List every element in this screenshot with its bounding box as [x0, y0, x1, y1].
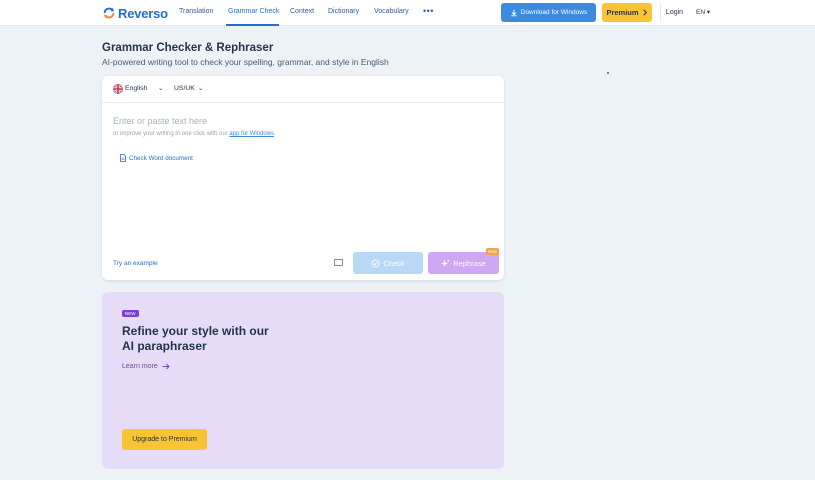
- improve-text: or improve your writing in one click wit…: [113, 131, 228, 137]
- upgrade-to-premium-button[interactable]: Upgrade to Premium: [122, 429, 207, 450]
- document-icon: [120, 154, 126, 162]
- rephrase-button[interactable]: Rephrase: [428, 252, 499, 274]
- nav-context[interactable]: Context: [290, 8, 314, 15]
- upgrade-label: Upgrade to Premium: [132, 436, 197, 443]
- nav-dictionary[interactable]: Dictionary: [328, 8, 359, 15]
- page-subtitle: AI-powered writing tool to check your sp…: [102, 57, 389, 67]
- rephrase-label: Rephrase: [453, 258, 486, 268]
- reverso-logo[interactable]: Reverso: [102, 5, 168, 21]
- paraphraser-promo-card: NEW Refine your style with our AI paraph…: [102, 292, 504, 469]
- nav-grammar-check[interactable]: Grammar Check: [228, 8, 279, 15]
- language-selector[interactable]: EN ▾: [696, 8, 710, 16]
- check-circle-icon: [371, 258, 380, 268]
- login-label: Login: [665, 9, 684, 16]
- premium-button[interactable]: Premium: [602, 3, 652, 22]
- text-input-placeholder[interactable]: Enter or paste text here: [113, 116, 207, 126]
- nav-vocabulary[interactable]: Vocabulary: [374, 8, 409, 15]
- improve-hint: or improve your writing in one click wit…: [113, 131, 274, 137]
- chevron-right-icon: [642, 9, 647, 16]
- caret-down-icon: ▾: [706, 9, 711, 16]
- nav-translation[interactable]: Translation: [179, 8, 213, 15]
- page-title: Grammar Checker & Rephraser: [102, 42, 274, 54]
- variant-label[interactable]: US/UK: [174, 85, 195, 92]
- decorative-dot: [607, 72, 609, 74]
- promo-title-line-1: Refine your style with our: [122, 324, 269, 338]
- editor-toolbar: English ⌄ US/UK ⌄: [102, 76, 504, 103]
- check-button[interactable]: Check: [353, 252, 423, 274]
- sparkle-icon: [441, 258, 450, 267]
- promo-title: Refine your style with our AI paraphrase…: [122, 324, 342, 354]
- premium-label: Premium: [606, 8, 639, 17]
- download-for-windows-button[interactable]: Download for Windows: [501, 3, 596, 22]
- uk-flag-icon: [113, 84, 123, 94]
- try-an-example-link[interactable]: Try an example: [113, 260, 158, 267]
- language-label[interactable]: English: [125, 85, 147, 92]
- check-word-document-button[interactable]: Check Word document: [115, 151, 198, 165]
- learn-more-label: Learn more: [122, 363, 158, 370]
- promo-new-badge: NEW: [122, 310, 139, 317]
- check-label: Check: [383, 258, 405, 268]
- download-icon: [510, 9, 517, 16]
- active-tab-indicator: [226, 24, 279, 26]
- download-label: Download for Windows: [520, 9, 588, 16]
- variant-dropdown-chevron-icon[interactable]: ⌄: [198, 84, 203, 92]
- learn-more-link[interactable]: Learn more: [122, 363, 170, 370]
- editor-card: English ⌄ US/UK ⌄ Enter or paste text he…: [102, 76, 504, 280]
- top-navigation-bar: Reverso Translation Grammar Check Contex…: [0, 0, 815, 26]
- language-code: EN: [696, 9, 706, 16]
- more-menu-icon[interactable]: •••: [423, 6, 434, 16]
- arrow-right-icon: [162, 363, 170, 370]
- promo-title-line-2: AI paraphraser: [122, 339, 207, 353]
- language-dropdown-chevron-icon[interactable]: ⌄: [158, 84, 163, 92]
- reverso-logo-icon: [103, 7, 115, 19]
- rephrase-new-badge: New: [486, 248, 500, 255]
- check-word-label: Check Word document: [129, 154, 193, 162]
- app-for-windows-link[interactable]: app for Windows: [229, 131, 274, 137]
- brand-name: Reverso: [118, 5, 168, 21]
- keyboard-icon[interactable]: [334, 259, 343, 266]
- login-button[interactable]: Login: [660, 4, 688, 21]
